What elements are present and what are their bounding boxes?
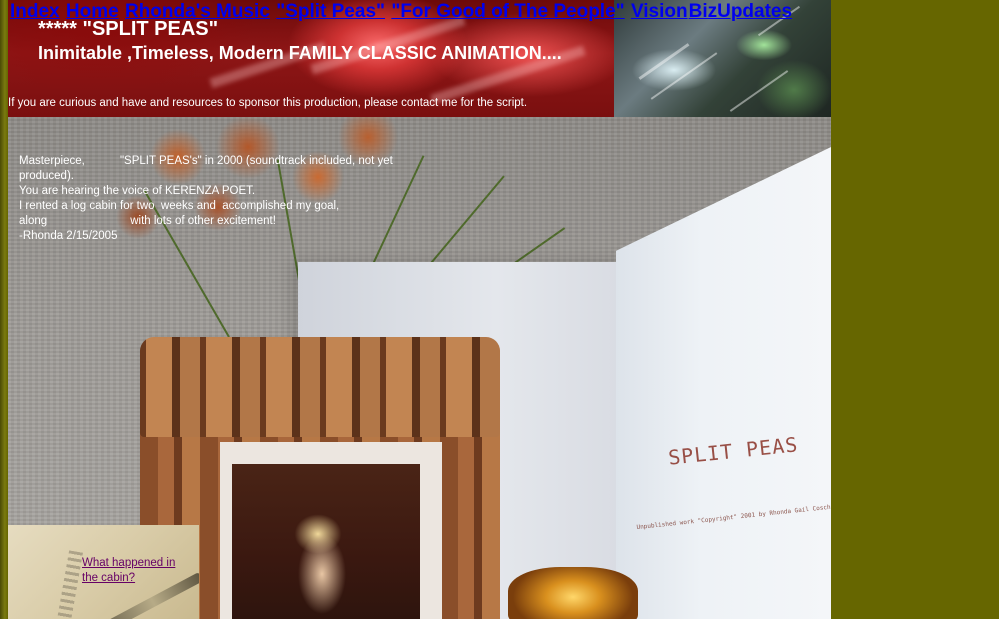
blurb-line: -Rhonda 2/15/2005 <box>19 230 118 242</box>
nav-link-index[interactable]: Index <box>10 1 60 22</box>
nav-link-split-peas[interactable]: "Split Peas" <box>276 1 385 22</box>
cabin-story-link[interactable]: What happened in the cabin? <box>82 556 192 586</box>
framed-portrait <box>232 464 420 619</box>
nav-link-vision[interactable]: Vision <box>631 1 688 22</box>
nav-link-home[interactable]: Home <box>66 1 119 22</box>
story-blurb: Masterpiece, "SPLIT PEAS's" in 2000 (sou… <box>19 154 439 244</box>
nav-link-rhondas-music[interactable]: Rhonda's Music <box>125 1 270 22</box>
blurb-line: You are hearing the voice of KERENZA POE… <box>19 185 256 197</box>
blurb-line: Masterpiece, "SPLIT PEAS's" in 2000 (sou… <box>19 155 393 167</box>
blurb-line: I rented a log cabin for two weeks and a… <box>19 200 340 212</box>
left-edge-strip <box>0 0 8 619</box>
blurb-line: along with lots of other excitement! <box>19 215 276 227</box>
blurb-line: produced). <box>19 170 74 182</box>
amber-jar <box>508 567 638 619</box>
nav-link-bizupdates[interactable]: BizUpdates <box>689 1 792 22</box>
page-subtitle: Inimitable ,Timeless, Modern FAMILY CLAS… <box>38 43 562 63</box>
nav-link-for-good-of-the-people[interactable]: "For Good of The People" <box>391 1 624 22</box>
sponsor-notice: If you are curious and have and resource… <box>8 97 528 109</box>
top-nav: Index Home Rhonda's Music "Split Peas" "… <box>10 1 793 23</box>
